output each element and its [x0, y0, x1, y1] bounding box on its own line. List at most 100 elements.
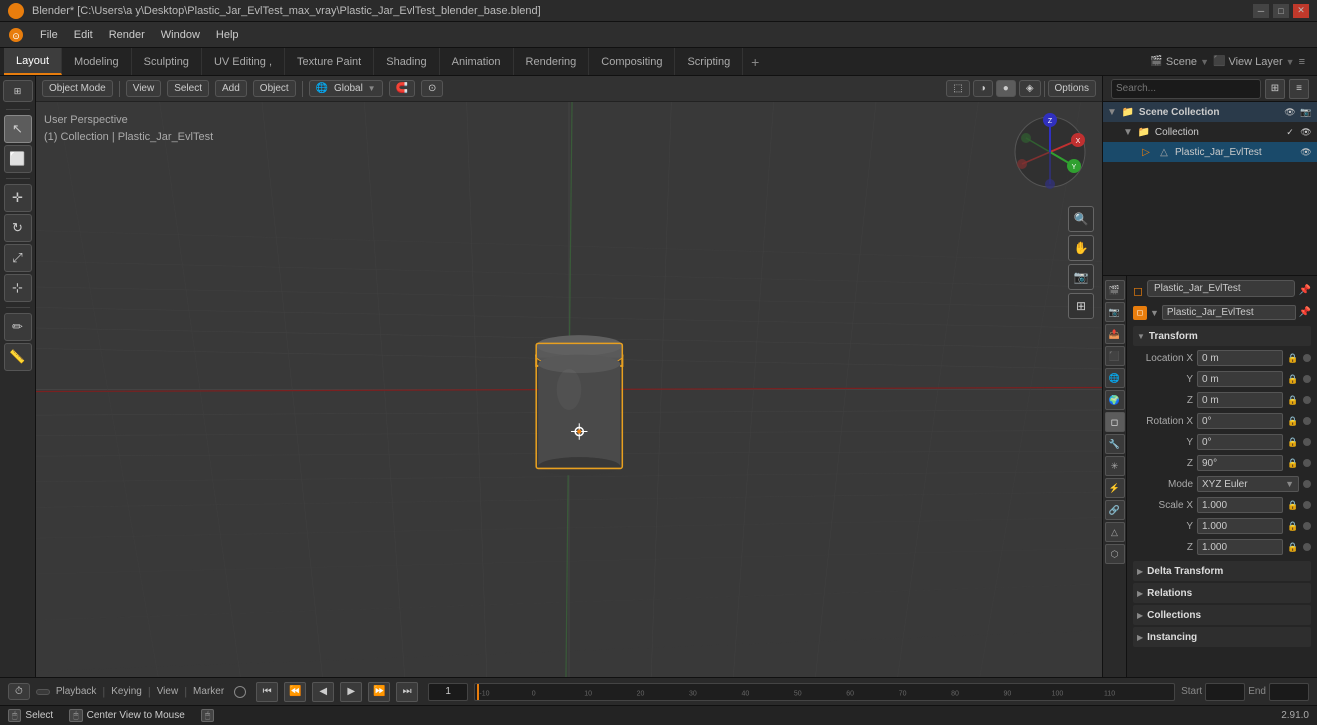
transform-orientation[interactable]: 🌐 Global ▼ [309, 80, 383, 97]
mode-keyframe[interactable] [1303, 480, 1311, 488]
menu-blender[interactable]: ⊙ [0, 22, 32, 47]
location-y-lock[interactable]: 🔒 [1287, 373, 1299, 385]
collection-render-btn[interactable]: 👁 [1299, 125, 1313, 139]
object-row[interactable]: ▷ △ Plastic_Jar_EvlTest 👁 [1103, 142, 1317, 162]
prop-tab-render[interactable]: 📷 [1105, 302, 1125, 322]
prop-tab-scene2[interactable]: 🌐 [1105, 368, 1125, 388]
scale-tool[interactable]: ⤢ [4, 244, 32, 272]
collection-visibility-btn[interactable]: ✓ [1283, 125, 1297, 139]
tab-sculpting[interactable]: Sculpting [132, 48, 202, 75]
shading-mode-3[interactable]: ● [996, 80, 1016, 97]
relations-header[interactable]: ▶ Relations [1133, 583, 1311, 603]
playback-menu-button[interactable] [36, 689, 50, 695]
scale-z-lock[interactable]: 🔒 [1287, 541, 1299, 553]
shading-mode-1[interactable]: ⬚ [946, 80, 969, 97]
outliner-filter-button[interactable]: ⊞ [1265, 79, 1285, 99]
jump-start-button[interactable]: ⏮ [256, 682, 278, 702]
jump-end-button[interactable]: ⏭ [396, 682, 418, 702]
view-label[interactable]: View [157, 686, 179, 697]
scale-z-keyframe[interactable] [1303, 543, 1311, 551]
rotation-x-lock[interactable]: 🔒 [1287, 415, 1299, 427]
rotation-y-keyframe[interactable] [1303, 438, 1311, 446]
location-y-keyframe[interactable] [1303, 375, 1311, 383]
menu-edit[interactable]: Edit [66, 22, 101, 47]
rotation-mode-select[interactable]: XYZ Euler ▼ [1197, 476, 1299, 492]
pan-view-button[interactable]: ✋ [1068, 235, 1094, 261]
object-pin-button[interactable]: 📌 [1299, 307, 1311, 318]
menu-file[interactable]: File [32, 22, 66, 47]
view-menu-button[interactable]: View [126, 80, 162, 97]
tab-uv-editing[interactable]: UV Editing , [202, 48, 285, 75]
tab-scripting[interactable]: Scripting [675, 48, 743, 75]
outliner-search-input[interactable] [1111, 79, 1261, 99]
transform-tool[interactable]: ⊹ [4, 274, 32, 302]
menu-help[interactable]: Help [208, 22, 247, 47]
rotation-y-value[interactable]: 0° [1197, 434, 1283, 450]
3d-viewport[interactable]: Object Mode View Select Add Object 🌐 Glo… [36, 76, 1102, 677]
next-keyframe-button[interactable]: ⏩ [368, 682, 390, 702]
prop-tab-constraints[interactable]: 🔗 [1105, 500, 1125, 520]
rotation-z-keyframe[interactable] [1303, 459, 1311, 467]
timeline-type-button[interactable]: ⏱ [8, 683, 30, 700]
location-x-keyframe[interactable] [1303, 354, 1311, 362]
delta-transform-header[interactable]: ▶ Delta Transform [1133, 561, 1311, 581]
options-button[interactable]: Options [1048, 80, 1096, 97]
move-tool[interactable]: ✛ [4, 184, 32, 212]
scale-y-value[interactable]: 1.000 [1197, 518, 1283, 534]
add-workspace-button[interactable]: + [743, 50, 767, 74]
tab-rendering[interactable]: Rendering [514, 48, 590, 75]
object-active-name[interactable]: Plastic_Jar_EvlTest [1162, 305, 1296, 320]
scene-collection-row[interactable]: ▼ 📁 Scene Collection 👁 📷 [1103, 102, 1317, 122]
select-menu-button[interactable]: Select [167, 80, 209, 97]
prop-tab-particles[interactable]: ✳ [1105, 456, 1125, 476]
tab-modeling[interactable]: Modeling [62, 48, 132, 75]
scale-x-lock[interactable]: 🔒 [1287, 499, 1299, 511]
navigation-gizmo[interactable]: X Y Z [1010, 112, 1090, 192]
scene-collection-render-btn[interactable]: 📷 [1299, 105, 1313, 119]
scale-z-value[interactable]: 1.000 [1197, 539, 1283, 555]
rotation-x-keyframe[interactable] [1303, 417, 1311, 425]
keying-label[interactable]: Keying [111, 686, 142, 697]
measure-tool[interactable]: 📏 [4, 343, 32, 371]
location-z-value[interactable]: 0 m [1197, 392, 1283, 408]
collection-row[interactable]: ▼ 📁 Collection ✓ 👁 [1103, 122, 1317, 142]
prop-tab-material[interactable]: ⬡ [1105, 544, 1125, 564]
mode-selector[interactable]: ⊞ [3, 80, 33, 102]
rotation-x-value[interactable]: 0° [1197, 413, 1283, 429]
add-menu-button[interactable]: Add [215, 80, 247, 97]
grid-view-button[interactable]: ⊞ [1068, 293, 1094, 319]
prop-tab-object[interactable]: ◻ [1105, 412, 1125, 432]
rotation-z-lock[interactable]: 🔒 [1287, 457, 1299, 469]
scale-x-keyframe[interactable] [1303, 501, 1311, 509]
menu-render[interactable]: Render [101, 22, 153, 47]
marker-label[interactable]: Marker [193, 686, 224, 697]
cursor-tool[interactable]: ↖ [4, 115, 32, 143]
close-button[interactable]: ✕ [1293, 4, 1309, 18]
location-x-value[interactable]: 0 m [1197, 350, 1283, 366]
object-menu-button[interactable]: Object [253, 80, 296, 97]
object-visibility-btn[interactable]: 👁 [1299, 145, 1313, 159]
start-frame-input[interactable]: 1 [1205, 683, 1245, 701]
prop-tab-world[interactable]: 🌍 [1105, 390, 1125, 410]
object-name-field[interactable]: Plastic_Jar_EvlTest [1147, 280, 1295, 297]
collections-header[interactable]: ▶ Collections [1133, 605, 1311, 625]
prop-tab-data[interactable]: △ [1105, 522, 1125, 542]
camera-view-button[interactable]: 📷 [1068, 264, 1094, 290]
scale-x-value[interactable]: 1.000 [1197, 497, 1283, 513]
location-x-lock[interactable]: 🔒 [1287, 352, 1299, 364]
keyframe-dot[interactable] [234, 686, 246, 698]
pin-icon[interactable]: 📌 [1299, 285, 1311, 296]
tab-animation[interactable]: Animation [440, 48, 514, 75]
prop-tab-view-layer[interactable]: ⬛ [1105, 346, 1125, 366]
location-z-lock[interactable]: 🔒 [1287, 394, 1299, 406]
transform-section-header[interactable]: ▼ Transform [1133, 326, 1311, 346]
shading-mode-4[interactable]: ◈ [1019, 80, 1041, 97]
annotate-tool[interactable]: ✏ [4, 313, 32, 341]
rotation-y-lock[interactable]: 🔒 [1287, 436, 1299, 448]
snap-button[interactable]: 🧲 [389, 80, 415, 97]
prop-tab-output[interactable]: 📤 [1105, 324, 1125, 344]
scene-selector[interactable]: 🎬 Scene ▼ [1150, 56, 1209, 68]
play-reverse-button[interactable]: ◀ [312, 682, 334, 702]
location-z-keyframe[interactable] [1303, 396, 1311, 404]
shading-mode-2[interactable]: ◑ [973, 80, 993, 97]
